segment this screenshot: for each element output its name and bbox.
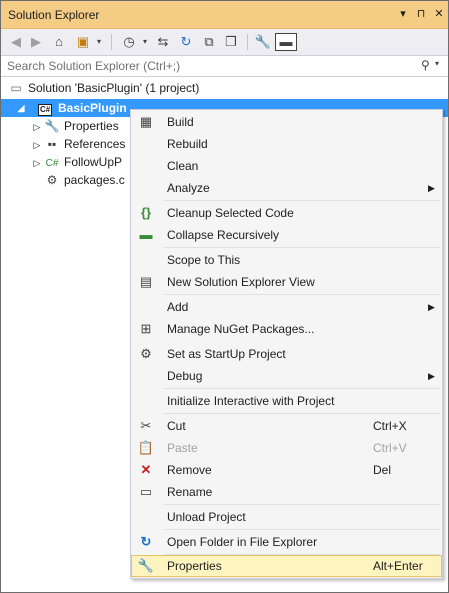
tree-item-label: packages.c <box>64 173 125 187</box>
properties-wrench-icon[interactable]: 🔧 <box>253 32 273 52</box>
search-icon[interactable]: ⚲ <box>421 58 430 72</box>
toolbar-separator <box>247 34 248 50</box>
build-icon: ▦ <box>139 114 153 129</box>
menu-item-cut[interactable]: ✂ Cut Ctrl+X <box>131 415 442 437</box>
preview-selected-items-icon[interactable]: ▬ <box>275 33 297 51</box>
search-input[interactable] <box>5 58 405 74</box>
refresh-icon[interactable]: ↻ <box>176 32 196 52</box>
submenu-arrow-icon: ▶ <box>428 302 435 312</box>
menu-item-analyze[interactable]: Analyze ▶ <box>131 177 442 199</box>
menu-separator <box>164 413 440 414</box>
expand-arrow-icon[interactable]: ▷ <box>31 136 43 154</box>
menu-item-unload-project[interactable]: Unload Project <box>131 506 442 528</box>
collapse-all-icon[interactable]: ⧉ <box>199 32 219 52</box>
pending-changes-dropdown-icon[interactable]: ▾ <box>139 32 151 52</box>
menu-separator <box>164 294 440 295</box>
menu-separator <box>164 504 440 505</box>
menu-item-initialize-interactive[interactable]: Initialize Interactive with Project <box>131 390 442 412</box>
menu-separator <box>164 388 440 389</box>
solution-icon: ▭ <box>10 81 22 95</box>
window-position-dropdown-icon[interactable]: ▾ <box>395 6 411 22</box>
menu-item-set-as-startup-project[interactable]: ⚙ Set as StartUp Project <box>131 343 442 365</box>
menu-item-remove[interactable]: ✕ Remove Del <box>131 459 442 481</box>
menu-item-collapse-recursively[interactable]: ▬ Collapse Recursively <box>131 224 442 246</box>
search-bar: ⚲ ▾ <box>1 55 448 77</box>
tree-item-references[interactable]: ▷ ▪▪ References <box>31 135 131 153</box>
csharp-project-icon: C# <box>38 104 53 116</box>
menu-item-rename[interactable]: ▭ Rename <box>131 481 442 503</box>
nuget-icon: ⊞ <box>140 321 152 336</box>
tree-item-label: FollowUpP <box>64 155 123 169</box>
switch-views-icon[interactable]: ▣ <box>73 32 93 52</box>
menu-item-add[interactable]: Add ▶ <box>131 296 442 318</box>
rename-icon: ▭ <box>139 484 153 499</box>
menu-item-cleanup-selected-code[interactable]: {} Cleanup Selected Code <box>131 202 442 224</box>
tree-item-label: Solution 'BasicPlugin' (1 project) <box>28 81 200 95</box>
menu-item-scope-to-this[interactable]: Scope to This <box>131 249 442 271</box>
menu-separator <box>164 200 440 201</box>
show-all-files-icon[interactable]: ❐ <box>221 32 241 52</box>
home-icon[interactable]: ⌂ <box>49 32 69 52</box>
tree-item-properties[interactable]: ▷ 🔧 Properties <box>31 117 131 135</box>
wrench-icon: 🔧 <box>137 558 155 573</box>
menu-item-build[interactable]: ▦ Build <box>131 111 442 133</box>
wrench-icon: 🔧 <box>44 119 60 133</box>
tree-item-solution[interactable]: ▭ Solution 'BasicPlugin' (1 project) <box>7 79 447 97</box>
toolbar: ◀ ▶ ⌂ ▣ ▾ ◷ ▾ ⇆ ↻ ⧉ ❐ 🔧 ▬ <box>1 29 448 55</box>
menu-item-new-solution-explorer-view[interactable]: ▤ New Solution Explorer View <box>131 271 442 293</box>
scissors-icon: ✂ <box>140 418 152 433</box>
new-view-icon: ▤ <box>139 274 153 289</box>
menu-item-manage-nuget-packages[interactable]: ⊞ Manage NuGet Packages... <box>131 318 442 340</box>
menu-separator <box>164 247 440 248</box>
open-folder-arrow-icon: ↻ <box>140 534 152 549</box>
references-icon: ▪▪ <box>47 137 57 151</box>
menu-item-open-folder-in-file-explorer[interactable]: ↻ Open Folder in File Explorer <box>131 531 442 553</box>
submenu-arrow-icon: ▶ <box>428 371 435 381</box>
submenu-arrow-icon: ▶ <box>428 183 435 193</box>
menu-item-paste[interactable]: 📋 Paste Ctrl+V <box>131 437 442 459</box>
sync-with-document-icon[interactable]: ⇆ <box>153 32 173 52</box>
menu-item-clean[interactable]: Clean <box>131 155 442 177</box>
close-icon[interactable]: ✕ <box>431 6 447 22</box>
search-options-dropdown-icon[interactable]: ▾ <box>435 59 439 68</box>
paste-icon: 📋 <box>137 440 155 455</box>
pin-icon[interactable]: ⊓ <box>413 6 429 22</box>
remove-x-icon: ✕ <box>140 462 152 477</box>
tree-item-packages[interactable]: ⚙ packages.c <box>43 171 131 189</box>
back-icon[interactable]: ◀ <box>7 32 25 52</box>
gear-icon: ⚙ <box>140 346 152 361</box>
config-file-icon: ⚙ <box>46 173 58 187</box>
tree-item-label: Properties <box>64 119 119 133</box>
forward-icon[interactable]: ▶ <box>27 32 45 52</box>
expand-arrow-icon[interactable]: ▷ <box>31 154 43 172</box>
tree-item-label: BasicPlugin <box>58 101 127 115</box>
context-menu: ▦ Build Rebuild Clean Analyze ▶ {} Cleanup … <box>130 109 443 579</box>
solution-explorer-window: Solution Explorer ▾ ⊓ ✕ ◀ ▶ ⌂ ▣ ▾ ◷ ▾ ⇆ … <box>0 0 449 593</box>
pending-changes-filter-icon[interactable]: ◷ <box>119 32 139 52</box>
menu-item-rebuild[interactable]: Rebuild <box>131 133 442 155</box>
collapse-arrow-icon[interactable]: ◢ <box>15 99 27 117</box>
menu-separator <box>164 529 440 530</box>
tree-item-label: References <box>64 137 126 151</box>
switch-views-dropdown-icon[interactable]: ▾ <box>93 32 105 52</box>
tree-item-followup[interactable]: ▷ C# FollowUpP <box>31 153 131 171</box>
menu-item-debug[interactable]: Debug ▶ <box>131 365 442 387</box>
braces-icon: {} <box>140 205 152 220</box>
window-title: Solution Explorer <box>8 8 100 22</box>
collapse-icon: ▬ <box>139 227 153 242</box>
menu-item-properties[interactable]: 🔧 Properties Alt+Enter <box>131 555 442 577</box>
title-bar: Solution Explorer ▾ ⊓ ✕ <box>1 1 448 29</box>
toolbar-separator <box>111 34 112 50</box>
expand-arrow-icon[interactable]: ▷ <box>31 118 43 136</box>
